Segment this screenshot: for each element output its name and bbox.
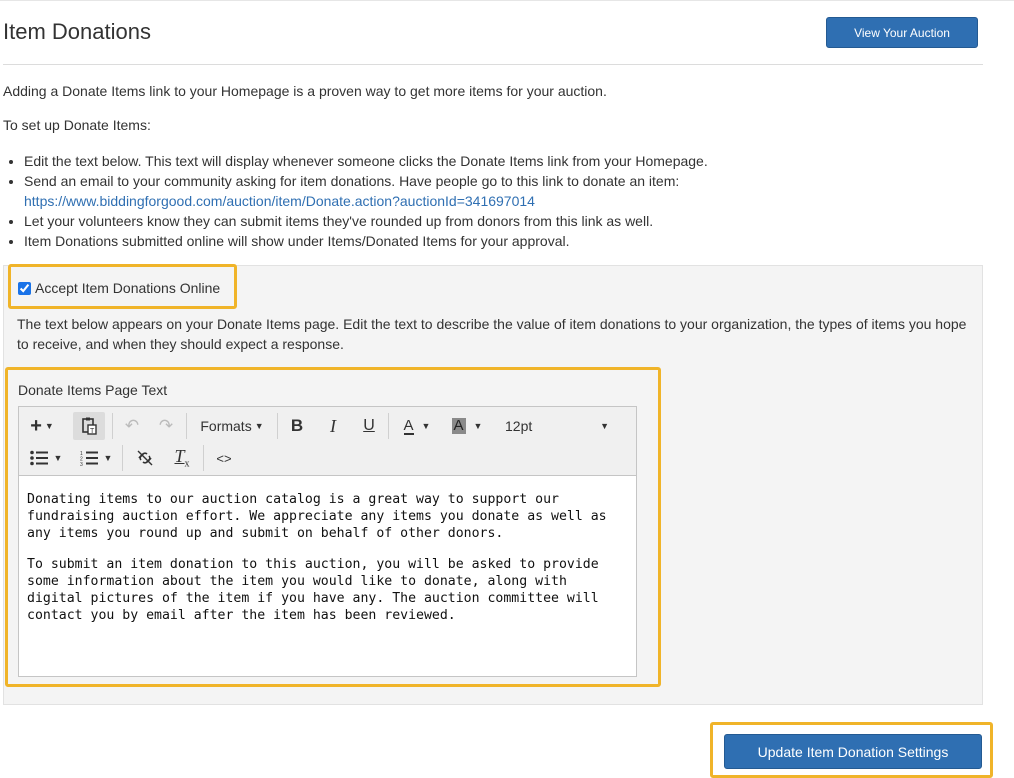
- font-size-dropdown[interactable]: 12pt ▼: [501, 412, 609, 440]
- numbered-list-button[interactable]: 1 2 3 ▼: [77, 444, 115, 472]
- formats-label: Formats: [200, 418, 252, 434]
- chevron-down-icon: ▼: [44, 421, 54, 431]
- content-paragraph: To submit an item donation to this aucti…: [27, 557, 599, 623]
- clear-formatting-icon: Tx: [174, 446, 190, 470]
- list-item: Let your volunteers know they can submit…: [24, 211, 984, 231]
- setup-heading: To set up Donate Items:: [3, 117, 151, 133]
- list-item: Item Donations submitted online will sho…: [24, 231, 984, 251]
- remove-link-button[interactable]: [132, 444, 158, 472]
- svg-text:T: T: [90, 428, 95, 435]
- svg-text:3: 3: [80, 462, 83, 466]
- chevron-down-icon: ▼: [421, 421, 431, 431]
- bullet-list-icon: [29, 450, 48, 466]
- accept-donations-label: Accept Item Donations Online: [35, 280, 221, 296]
- background-color-icon: A: [451, 417, 466, 434]
- editor-content[interactable]: Donating items to our auction catalog is…: [27, 491, 623, 638]
- list-item: Edit the text below. This text will disp…: [24, 151, 984, 171]
- plus-icon: +: [30, 414, 42, 437]
- chevron-down-icon: ▼: [103, 453, 113, 463]
- settings-description: The text below appears on your Donate It…: [17, 316, 967, 352]
- chevron-down-icon: ▼: [53, 453, 63, 463]
- code-icon: <>: [216, 450, 232, 466]
- toolbar-separator: [122, 445, 123, 471]
- insert-button[interactable]: + ▼: [25, 412, 59, 440]
- underline-button[interactable]: U: [357, 412, 381, 440]
- editor-label: Donate Items Page Text: [18, 382, 168, 398]
- bullet-list-button[interactable]: ▼: [27, 444, 65, 472]
- italic-button[interactable]: I: [321, 412, 345, 440]
- source-code-button[interactable]: <>: [211, 444, 237, 472]
- font-size-value: 12pt: [505, 418, 533, 434]
- intro-paragraph: Adding a Donate Items link to your Homep…: [3, 83, 607, 99]
- chevron-down-icon: ▼: [600, 421, 609, 431]
- chevron-down-icon: ▼: [473, 421, 483, 431]
- unlink-icon: [137, 450, 153, 466]
- underline-icon: U: [363, 417, 375, 434]
- chevron-down-icon: ▼: [254, 421, 264, 431]
- redo-button[interactable]: ↷: [153, 412, 179, 440]
- redo-icon: ↷: [158, 416, 174, 435]
- paste-icon: T: [82, 417, 97, 435]
- donate-link[interactable]: https://www.biddingforgood.com/auction/i…: [24, 193, 535, 209]
- rich-text-editor: + ▼ T ↶ ↷ Formats ▼ B I U A ▼ A ▼ 12pt ▼…: [18, 406, 637, 677]
- clear-formatting-button[interactable]: Tx: [169, 444, 195, 472]
- update-settings-button[interactable]: Update Item Donation Settings: [724, 734, 982, 769]
- toolbar-separator: [388, 413, 389, 439]
- text-color-button[interactable]: A ▼: [397, 412, 437, 440]
- formats-dropdown[interactable]: Formats ▼: [195, 412, 269, 440]
- accept-donations-option[interactable]: Accept Item Donations Online: [18, 280, 220, 296]
- view-auction-button[interactable]: View Your Auction: [826, 17, 978, 48]
- italic-icon: I: [330, 415, 336, 436]
- toolbar-separator: [203, 445, 204, 471]
- toolbar-separator: [186, 413, 187, 439]
- toolbar-separator: [277, 413, 278, 439]
- accept-donations-checkbox[interactable]: [18, 281, 31, 295]
- background-color-button[interactable]: A ▼: [447, 412, 487, 440]
- page-title: Item Donations: [3, 19, 151, 44]
- setup-steps-list: Edit the text below. This text will disp…: [3, 151, 984, 251]
- top-divider: [0, 0, 1014, 1]
- bold-button[interactable]: B: [285, 412, 309, 440]
- bold-icon: B: [290, 416, 304, 435]
- toolbar-separator: [112, 413, 113, 439]
- header-divider: [3, 64, 983, 65]
- editor-toolbar: + ▼ T ↶ ↷ Formats ▼ B I U A ▼ A ▼ 12pt ▼…: [19, 407, 636, 476]
- content-paragraph: Donating items to our auction catalog is…: [27, 492, 607, 541]
- undo-button[interactable]: ↶: [119, 412, 145, 440]
- list-item: Send an email to your community asking f…: [24, 171, 984, 211]
- undo-icon: ↶: [124, 416, 140, 435]
- paste-text-button[interactable]: T: [73, 412, 105, 440]
- numbered-list-icon: 123: [80, 451, 98, 466]
- text-color-icon: A: [403, 416, 414, 435]
